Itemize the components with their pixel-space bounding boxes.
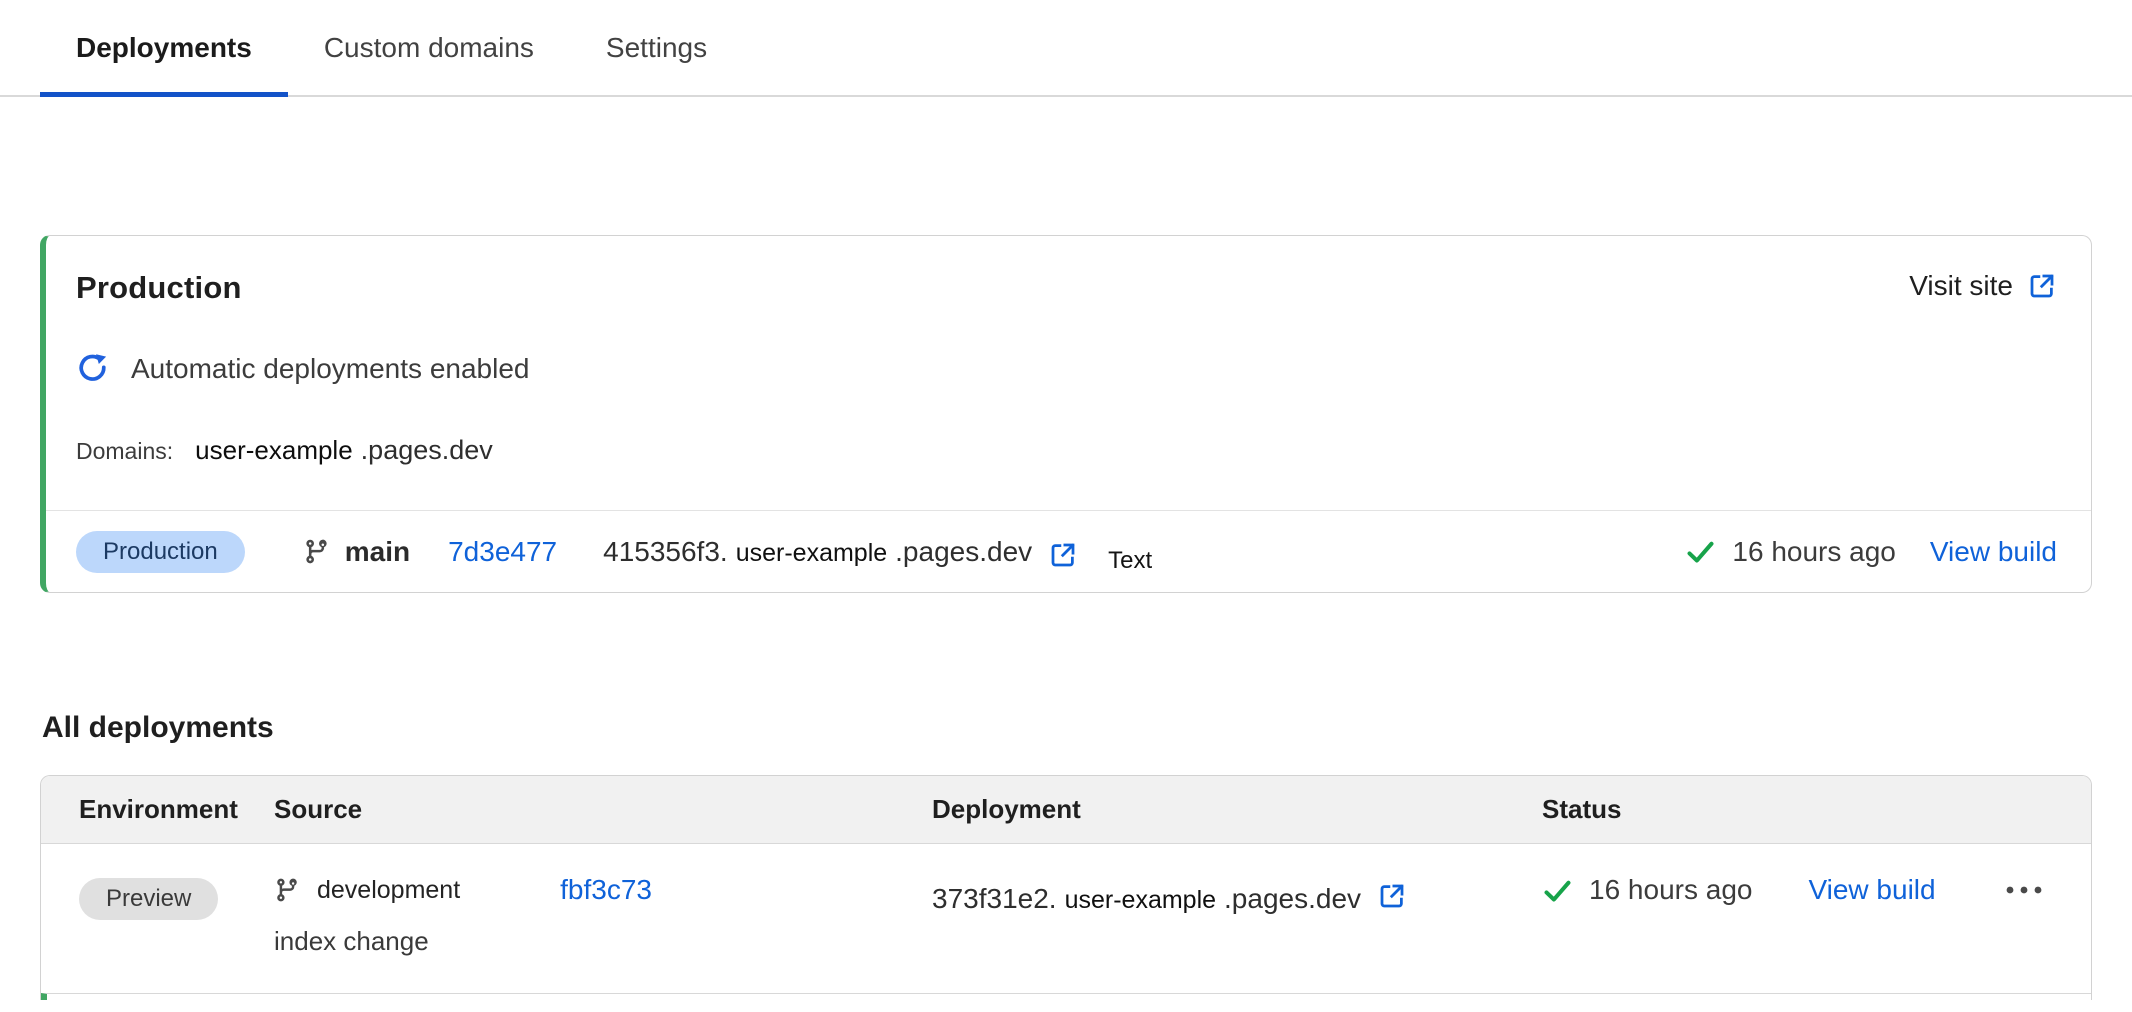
environment-badge-preview: Preview [79, 878, 218, 920]
deployment-url: 415356f3. user-example .pages.dev [603, 536, 1032, 568]
deployment-note: Text [1108, 547, 1152, 575]
deployments-table: Environment Source Deployment Status Pre… [40, 775, 2092, 1000]
commit-link[interactable]: fbf3c73 [560, 874, 652, 906]
deployment-time: 16 hours ago [1589, 874, 1752, 906]
column-deployment: Deployment [932, 794, 1542, 825]
ellipsis-menu-button[interactable] [2003, 883, 2045, 897]
branch-name: development [317, 876, 460, 905]
tab-bar: Deployments Custom domains Settings [0, 0, 2132, 97]
production-title: Production [76, 270, 242, 306]
deployment-time: 16 hours ago [1732, 536, 1895, 568]
commit-link[interactable]: 7d3e477 [448, 536, 557, 568]
next-row-partial [41, 993, 2091, 1000]
tab-deployments[interactable]: Deployments [40, 0, 288, 95]
deployment-hash: 415356f3. [603, 536, 728, 568]
visit-site-link[interactable]: Visit site [1909, 270, 2057, 302]
tab-custom-domains[interactable]: Custom domains [288, 0, 570, 95]
production-card: Production Visit site Automa [40, 235, 2092, 593]
auto-deployments-text: Automatic deployments enabled [131, 353, 529, 385]
refresh-icon [76, 352, 109, 385]
tab-settings[interactable]: Settings [570, 0, 743, 95]
deployment-suffix: .pages.dev [1224, 883, 1361, 915]
branch-name: main [345, 536, 410, 568]
check-icon [1685, 536, 1716, 567]
check-icon [1542, 875, 1573, 906]
column-status: Status [1542, 794, 2091, 825]
external-link-icon[interactable] [1048, 540, 1078, 570]
git-branch-icon [303, 538, 330, 565]
auto-deployments-row: Automatic deployments enabled [76, 352, 2057, 385]
deployment-hash: 373f31e2. [932, 883, 1057, 915]
column-environment: Environment [79, 794, 274, 825]
environment-badge-production: Production [76, 531, 245, 573]
external-link-icon[interactable] [1377, 881, 1407, 911]
deployment-domain: user-example [736, 539, 887, 568]
status-group: 16 hours ago View build [1685, 536, 2057, 568]
all-deployments-title: All deployments [42, 711, 2132, 745]
deployment-domain: user-example [1065, 886, 1216, 915]
deployment-url: 373f31e2. user-example .pages.dev [932, 874, 1542, 957]
table-row: Preview development fbf3c73 index change… [41, 844, 2091, 993]
column-source: Source [274, 794, 932, 825]
deployment-suffix: .pages.dev [895, 536, 1032, 568]
view-build-link[interactable]: View build [1930, 536, 2057, 568]
domain-name: user-example [195, 435, 353, 466]
external-link-icon [2027, 271, 2057, 301]
domain-suffix: .pages.dev [361, 435, 493, 466]
domains-label: Domains: [76, 438, 173, 465]
view-build-link[interactable]: View build [1808, 874, 1935, 906]
commit-message: index change [274, 926, 932, 957]
production-card-info: Production Visit site Automa [46, 236, 2091, 510]
production-deployment-row: Production main 7d3e477 415356f3. user-e… [46, 510, 2091, 592]
table-header: Environment Source Deployment Status [41, 776, 2091, 844]
git-branch-icon [274, 877, 300, 903]
visit-site-label: Visit site [1909, 270, 2013, 302]
domains-row: Domains: user-example .pages.dev [76, 435, 2057, 466]
branch-group: main [303, 536, 410, 568]
